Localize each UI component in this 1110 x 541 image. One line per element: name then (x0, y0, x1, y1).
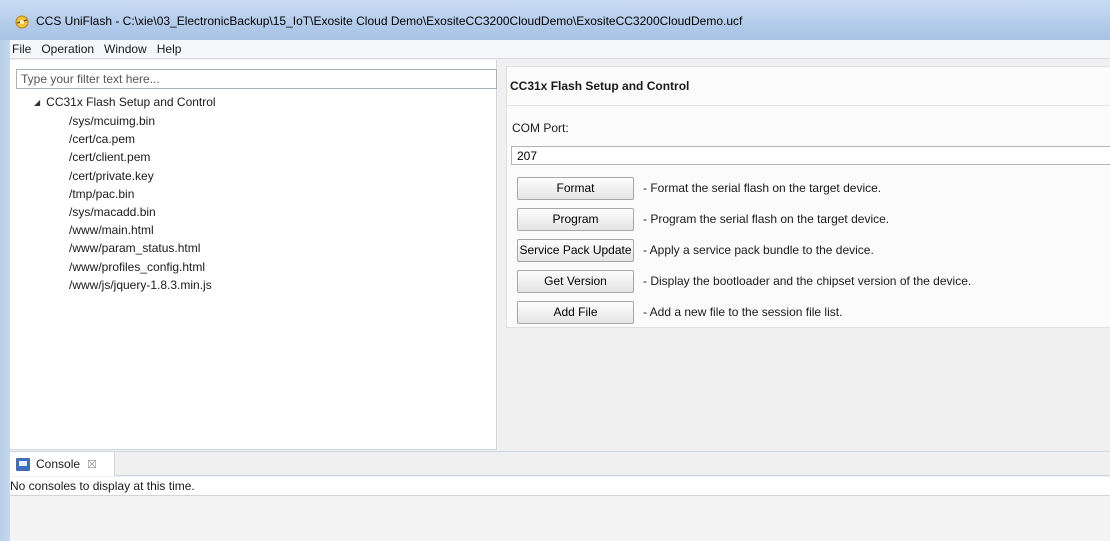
window-frame-edge (0, 40, 10, 541)
tree-file-item[interactable]: /sys/mcuimg.bin (69, 112, 212, 130)
panel-divider (507, 105, 1110, 106)
menu-help[interactable]: Help (155, 42, 188, 56)
uniflash-app-icon (15, 15, 29, 29)
panel-title: CC31x Flash Setup and Control (510, 79, 690, 93)
filter-input[interactable] (16, 69, 497, 89)
action-row-add-file: Add File - Add a new file to the session… (517, 300, 842, 324)
window-titlebar: CCS UniFlash - C:\xie\03_ElectronicBacku… (0, 0, 1110, 40)
action-row-get-version: Get Version - Display the bootloader and… (517, 269, 971, 293)
tree-file-item[interactable]: /cert/ca.pem (69, 130, 212, 148)
format-description: - Format the serial flash on the target … (643, 181, 882, 195)
add-file-description: - Add a new file to the session file lis… (643, 305, 843, 319)
tree-file-item[interactable]: /www/main.html (69, 221, 212, 239)
menu-bar: File Operation Window Help (10, 40, 1110, 59)
action-row-program: Program - Program the serial flash on th… (517, 207, 889, 231)
console-view-header: Console ☒ (10, 451, 1110, 476)
tree-file-item[interactable]: /tmp/pac.bin (69, 185, 212, 203)
tree-file-item[interactable]: /www/param_status.html (69, 239, 212, 257)
console-tab-label: Console (36, 457, 81, 471)
get-version-button[interactable]: Get Version (517, 269, 634, 293)
format-button[interactable]: Format (517, 176, 634, 200)
tree-root-node[interactable]: ◢ CC31x Flash Setup and Control (34, 94, 216, 110)
tree-file-item[interactable]: /cert/client.pem (69, 148, 212, 166)
action-row-service-pack: Service Pack Update - Apply a service pa… (517, 238, 874, 262)
tree-file-item[interactable]: /cert/private.key (69, 167, 212, 185)
console-message: No consoles to display at this time. (10, 477, 1110, 496)
add-file-button[interactable]: Add File (517, 300, 634, 324)
action-row-format: Format - Format the serial flash on the … (517, 176, 881, 200)
tree-expand-arrow-icon[interactable]: ◢ (34, 98, 40, 107)
menu-operation[interactable]: Operation (39, 42, 100, 56)
program-button[interactable]: Program (517, 207, 634, 231)
service-pack-description: - Apply a service pack bundle to the dev… (643, 243, 874, 257)
menu-file[interactable]: File (10, 42, 37, 56)
tree-root-label: CC31x Flash Setup and Control (46, 95, 216, 109)
menu-window[interactable]: Window (102, 42, 153, 56)
setup-control-pane: CC31x Flash Setup and Control COM Port: … (498, 60, 1110, 450)
session-tree-pane: ◢ CC31x Flash Setup and Control /sys/mcu… (10, 60, 497, 450)
service-pack-update-button[interactable]: Service Pack Update (517, 238, 634, 262)
com-port-input[interactable] (511, 146, 1110, 165)
tab-console[interactable]: Console ☒ (10, 452, 115, 476)
tree-file-item[interactable]: /sys/macadd.bin (69, 203, 212, 221)
tree-file-item[interactable]: /www/profiles_config.html (69, 258, 212, 276)
com-port-label: COM Port: (512, 121, 569, 135)
program-description: - Program the serial flash on the target… (643, 212, 890, 226)
console-icon (16, 457, 30, 471)
close-icon[interactable]: ☒ (87, 458, 97, 471)
tree-file-item[interactable]: /www/js/jquery-1.8.3.min.js (69, 276, 212, 294)
get-version-description: - Display the bootloader and the chipset… (643, 274, 972, 288)
window-title: CCS UniFlash - C:\xie\03_ElectronicBacku… (36, 14, 743, 28)
tree-file-list: /sys/mcuimg.bin /cert/ca.pem /cert/clien… (69, 112, 212, 294)
setup-panel: CC31x Flash Setup and Control COM Port: … (506, 66, 1110, 328)
